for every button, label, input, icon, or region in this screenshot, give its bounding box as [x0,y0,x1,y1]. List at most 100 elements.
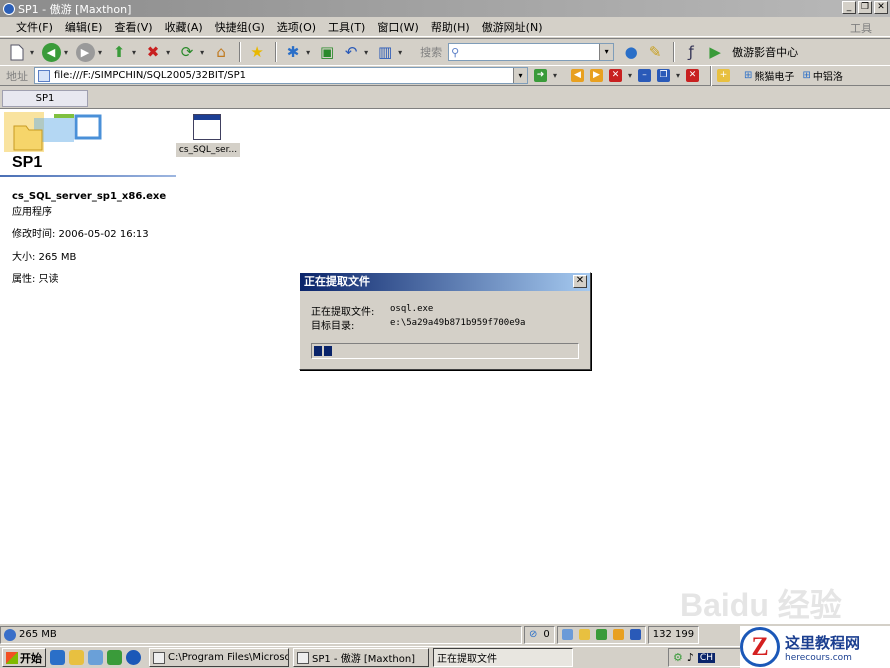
web-link-icon: ⊞ [802,70,811,81]
close-tab-icon[interactable]: ✕ [609,69,623,82]
menu-window[interactable]: 窗口(W) [371,19,424,35]
add-link-icon[interactable]: + [717,69,731,82]
highlight-icon[interactable]: ✎ [644,41,666,63]
up-folder-icon[interactable]: ⬆ [108,41,130,63]
task-explorer[interactable]: C:\Program Files\Microsof... [149,648,289,667]
status-count: 0 [543,629,550,640]
search-input[interactable]: ⚲ ▾ [448,43,615,61]
status-count-panel: ⊘ 0 [524,625,555,644]
baidu-watermark: Baidu 经验 [680,587,842,623]
tools-toolbar-label[interactable]: 工具 [850,20,872,36]
media-center-button[interactable]: 傲游影音中心 [732,44,798,60]
window-mode-icon[interactable] [629,629,641,640]
selected-file-name: cs_SQL_server_sp1_x86.exe [12,191,167,202]
chevron-down-icon[interactable]: ▾ [599,44,614,60]
window-title: SP1 - 傲游 [Maxthon] [18,2,132,16]
address-url: file:///F:/SIMPCHIN/SQL2005/32BIT/SP1 [54,70,247,81]
chevron-down-icon[interactable]: ▾ [364,48,368,57]
exe-file-label[interactable]: cs_SQL_ser... [176,143,240,157]
toolbar-separator [239,42,242,62]
script-icon[interactable] [561,629,573,640]
play-icon[interactable]: ▶ [704,41,726,63]
new-page-icon[interactable] [6,41,28,63]
menu-view[interactable]: 查看(V) [108,19,158,35]
minimize-tab-icon[interactable]: – [638,69,652,82]
status-icons-panel [556,625,646,644]
settings-gear-icon[interactable] [612,629,624,640]
task-extract[interactable]: 正在提取文件 [433,648,573,667]
undo-icon[interactable]: ↶ [340,41,362,63]
task-maxthon[interactable]: SP1 - 傲游 [Maxthon] [293,648,429,667]
status-size-panel: 265 MB [0,625,522,644]
dialog-title-bar: 正在提取文件 ✕ [300,273,590,291]
menu-favorites[interactable]: 收藏(A) [159,19,209,35]
sound-icon[interactable] [595,629,607,640]
chevron-down-icon[interactable]: ▾ [676,71,680,80]
forward-icon[interactable]: ▶ [74,41,96,63]
folder-title: SP1 [12,154,43,171]
chevron-down-icon[interactable]: ▾ [513,68,527,83]
menu-edit[interactable]: 编辑(E) [59,19,109,35]
stop-icon[interactable]: ✖ [142,41,164,63]
chevron-down-icon[interactable]: ▾ [30,48,34,57]
search-go-icon[interactable]: ● [620,41,642,63]
next-tab-icon[interactable]: ▶ [590,69,604,82]
menu-options[interactable]: 选项(O) [271,19,322,35]
chevron-down-icon[interactable]: ▾ [628,71,632,80]
ime-indicator[interactable]: CH [697,652,715,663]
layout-icon[interactable]: ▥ [374,41,396,63]
chevron-down-icon[interactable]: ▾ [132,48,136,57]
desktop-quicklaunch-icon[interactable] [88,650,103,665]
link-panda[interactable]: ⊞ 熊猫电子 [744,68,794,83]
window-icon[interactable]: ▣ [316,41,338,63]
chevron-down-icon[interactable]: ▾ [553,71,557,80]
link-chalco[interactable]: ⊞ 中铝洛 [802,68,842,83]
site-logo: Z 这里教程网 herecours.com [740,626,890,668]
restore-button[interactable]: ❐ [858,1,872,14]
menu-groups[interactable]: 快捷组(G) [209,19,271,35]
prev-tab-icon[interactable]: ◀ [571,69,585,82]
address-input[interactable]: file:///F:/SIMPCHIN/SQL2005/32BIT/SP1 ▾ [34,67,528,84]
main-toolbar: ▾ ◀ ▾ ▶ ▾ ⬆ ▾ ✖ ▾ ⟳ ▾ ⌂ ★ ✱ ▾ ▣ ↶ ▾ ▥ ▾ … [0,38,890,66]
ie-quicklaunch-icon[interactable] [50,650,65,665]
popup-block-icon[interactable]: ⊘ [529,629,537,640]
chevron-down-icon[interactable]: ▾ [398,48,402,57]
chevron-down-icon[interactable]: ▾ [64,48,68,57]
maxthon-icon [297,651,309,664]
menu-file[interactable]: 文件(F) [10,19,59,35]
chevron-down-icon[interactable]: ▾ [166,48,170,57]
maxthon-quicklaunch-icon[interactable] [126,650,141,665]
folder-icon [153,651,165,664]
go-icon[interactable]: ➜ [534,69,547,82]
flash-icon[interactable]: ƒ [680,41,702,63]
start-button[interactable]: 开始 [2,648,46,667]
chevron-down-icon[interactable]: ▾ [98,48,102,57]
favorites-star-icon[interactable]: ★ [246,41,268,63]
refresh-icon[interactable]: ⟳ [176,41,198,63]
search-label: 搜索 [420,46,443,59]
groups-icon[interactable]: ✱ [282,41,304,63]
home-icon[interactable]: ⌂ [210,41,232,63]
close-button[interactable]: ✕ [874,1,888,14]
tab-sp1[interactable]: SP1 [2,90,88,107]
dialog-close-button[interactable]: ✕ [573,275,587,288]
close-window-icon[interactable]: ✕ [686,69,700,82]
outlook-quicklaunch-icon[interactable] [69,650,84,665]
search-icon: ⚲ [451,45,460,59]
image-icon[interactable] [578,629,590,640]
minimize-button[interactable]: _ [842,1,856,14]
restore-tab-icon[interactable]: ❐ [657,69,671,82]
volume-icon[interactable]: ♪ [687,651,694,664]
menu-maxthon-sites[interactable]: 傲游网址(N) [476,19,549,35]
menu-help[interactable]: 帮助(H) [425,19,476,35]
exe-file-icon[interactable] [193,114,221,140]
progress-block [314,346,322,356]
site-logo-name: 这里教程网 [785,633,861,652]
media-quicklaunch-icon[interactable] [107,650,122,665]
chevron-down-icon[interactable]: ▾ [306,48,310,57]
back-icon[interactable]: ◀ [40,41,62,63]
tab-strip: SP1 [0,87,890,109]
menu-tools[interactable]: 工具(T) [322,19,371,35]
network-icon[interactable]: ⚙ [673,651,683,664]
chevron-down-icon[interactable]: ▾ [200,48,204,57]
